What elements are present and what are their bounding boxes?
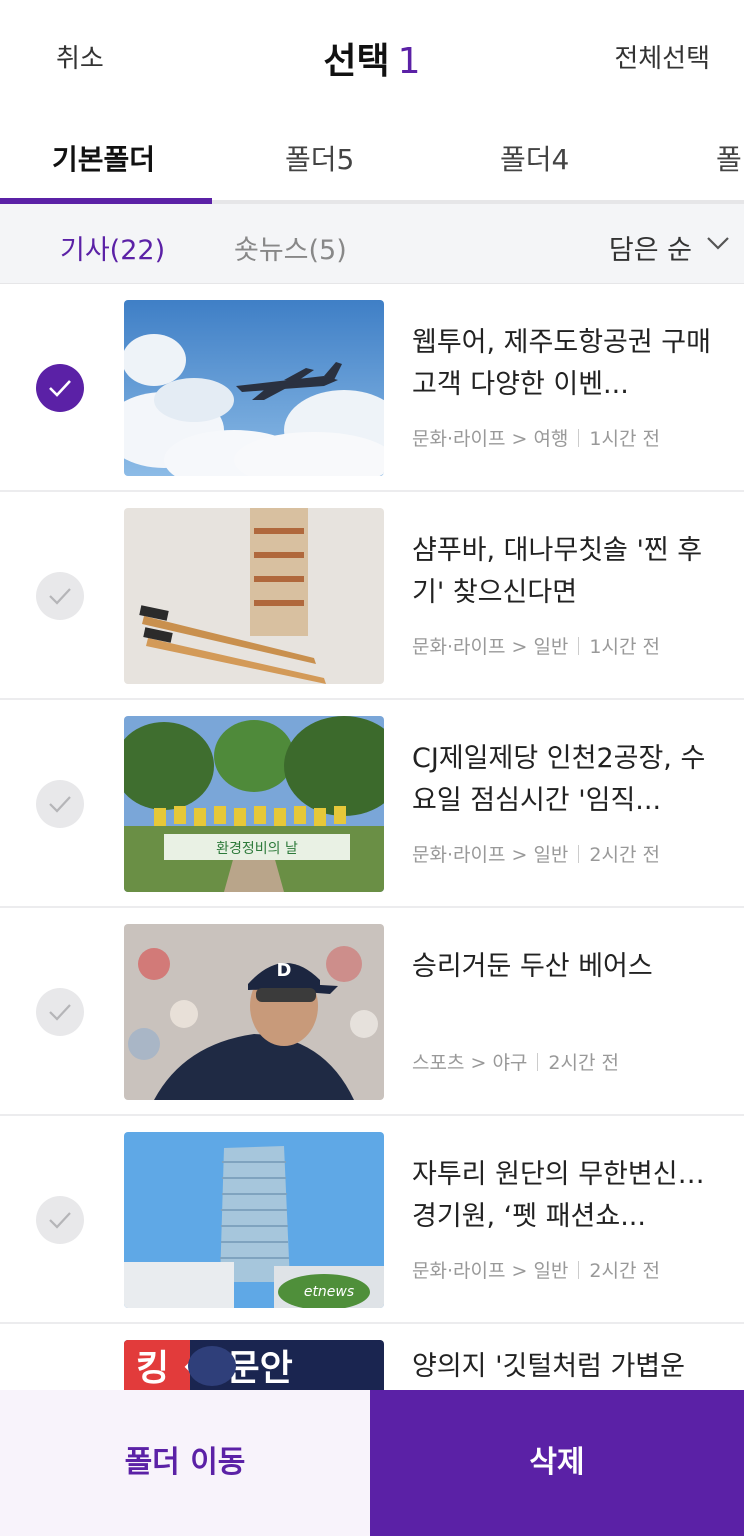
article-category: 문화·라이프 > 일반 (412, 636, 569, 658)
list-item[interactable]: 환경정비의 날 CJ제일제당 인천2공장, 수요일 점심시간 '임직... 문화… (0, 700, 744, 908)
list-item[interactable]: etnews 자투리 원단의 무한변신…경기원, ‘펫 패션쇼... 문화·라이… (0, 1116, 744, 1324)
tab-folder5[interactable]: 폴더5 (285, 138, 354, 178)
article-meta: 문화·라이프 > 일반 2시간 전 (412, 1256, 660, 1283)
checkbox[interactable] (36, 988, 84, 1036)
article-category: 스포츠 > 야구 (412, 1052, 528, 1074)
article-meta: 문화·라이프 > 일반 1시간 전 (412, 632, 660, 659)
article-meta: 스포츠 > 야구 2시간 전 (412, 1048, 619, 1075)
check-icon (49, 1212, 71, 1229)
article-headline: 웹투어, 제주도항공권 구매고객 다양한 이벤... (412, 327, 711, 400)
article-headline: 자투리 원단의 무한변신…경기원, ‘펫 패션쇼... (412, 1159, 705, 1232)
content-type-tabs: 기사(22) 숏뉴스(5) 담은 순 (0, 204, 744, 284)
article-list: 웹투어, 제주도항공권 구매고객 다양한 이벤... 문화·라이프 > 여행 1시… (0, 284, 744, 1390)
article-headline: 양의지 '깃털처럼 가볍운 (412, 1351, 685, 1382)
list-item[interactable]: D 승리거둔 두산 베어스 스포츠 > 야구 2시간 전 (0, 908, 744, 1116)
banner-text: 환경정비의 날 (216, 841, 298, 857)
divider (578, 429, 580, 447)
list-item[interactable]: 웹투어, 제주도항공권 구매고객 다양한 이벤... 문화·라이프 > 여행 1시… (0, 284, 744, 492)
article-time: 2시간 전 (548, 1052, 619, 1074)
list-item[interactable]: 킹 ❖ 문안 양의지 '깃털처럼 가볍운 (0, 1324, 744, 1390)
checkbox[interactable] (36, 780, 84, 828)
bottom-action-bar: 폴더 이동 삭제 (0, 1390, 744, 1536)
sort-dropdown[interactable]: 담은 순 (608, 228, 729, 267)
tab-articles[interactable]: 기사(22) (60, 228, 165, 267)
thumbnail-volunteers: 환경정비의 날 (124, 716, 384, 892)
divider (578, 845, 580, 863)
delete-button[interactable]: 삭제 (370, 1390, 744, 1536)
thumbnail-building: etnews (124, 1132, 384, 1308)
svg-text:D: D (277, 960, 292, 981)
check-icon (49, 380, 71, 397)
tab-short-news[interactable]: 숏뉴스(5) (234, 228, 347, 267)
check-icon (49, 588, 71, 605)
move-folder-button[interactable]: 폴더 이동 (0, 1390, 370, 1536)
checkbox[interactable] (36, 572, 84, 620)
tab-folder4[interactable]: 폴더4 (500, 138, 569, 178)
chevron-down-icon (707, 237, 729, 250)
checkbox[interactable] (36, 1196, 84, 1244)
sort-label: 담은 순 (608, 235, 692, 266)
thumbnail-toothbrush (124, 508, 384, 684)
article-time: 1시간 전 (589, 636, 660, 658)
article-meta: 문화·라이프 > 여행 1시간 전 (412, 424, 660, 451)
article-time: 2시간 전 (589, 844, 660, 866)
check-icon (49, 796, 71, 813)
title-label: 선택 (323, 41, 390, 82)
article-headline: CJ제일제당 인천2공장, 수요일 점심시간 '임직... (412, 743, 706, 816)
thumbnail-airplane (124, 300, 384, 476)
select-all-button[interactable]: 전체선택 (614, 38, 710, 75)
list-item[interactable]: 샴푸바, 대나무칫솔 '찐 후기' 찾으신다면 문화·라이프 > 일반 1시간 전 (0, 492, 744, 700)
article-category: 문화·라이프 > 일반 (412, 844, 569, 866)
article-headline: 승리거둔 두산 베어스 (412, 951, 653, 982)
article-headline: 샴푸바, 대나무칫솔 '찐 후기' 찾으신다면 (412, 535, 703, 608)
watermark-text: etnews (304, 1284, 354, 1300)
article-category: 문화·라이프 > 일반 (412, 1260, 569, 1282)
folder-tabs: 기본폴더 폴더5 폴더4 폴 (0, 116, 744, 204)
article-meta: 문화·라이프 > 일반 2시간 전 (412, 840, 660, 867)
tab-default-folder[interactable]: 기본폴더 (52, 138, 155, 178)
check-icon (49, 1004, 71, 1021)
thumbnail-baseball-player: D (124, 924, 384, 1100)
selected-count: 1 (397, 41, 421, 82)
divider (578, 1261, 580, 1279)
top-bar: 취소 선택 1 전체선택 (0, 0, 744, 116)
article-time: 2시간 전 (589, 1260, 660, 1282)
divider (578, 637, 580, 655)
thumbnail-sign: 킹 ❖ 문안 (124, 1340, 384, 1390)
divider (537, 1053, 539, 1071)
article-time: 1시간 전 (589, 428, 660, 450)
article-category: 문화·라이프 > 여행 (412, 428, 569, 450)
checkbox[interactable] (36, 364, 84, 412)
tab-folder-next[interactable]: 폴 (716, 138, 742, 178)
